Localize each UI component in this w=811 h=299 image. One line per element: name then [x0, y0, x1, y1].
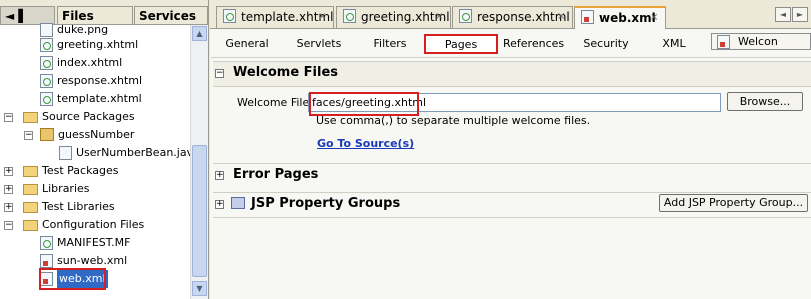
- close-icon[interactable]: ×: [435, 12, 445, 22]
- editor-tabs: template.xhtml × greeting.xhtml × respon…: [210, 0, 811, 29]
- collapse-guessnumber-icon[interactable]: −: [24, 131, 33, 140]
- error-pages-header[interactable]: + Error Pages: [213, 163, 811, 188]
- close-icon[interactable]: ×: [650, 13, 660, 23]
- go-to-source-link[interactable]: Go To Source(s): [317, 137, 414, 150]
- tab-servlets[interactable]: Servlets: [291, 34, 347, 54]
- add-jsp-property-group-button[interactable]: Add JSP Property Group...: [659, 194, 808, 212]
- tree-item-index-xhtml[interactable]: index.xhtml: [40, 54, 122, 72]
- section-title: Welcome Files: [233, 65, 339, 80]
- tab-label: response.xhtml: [477, 10, 570, 24]
- tree-item-label: response.xhtml: [57, 74, 143, 87]
- tree-item-manifest-mf[interactable]: MANIFEST.MF: [40, 234, 130, 252]
- folder-icon: [23, 220, 38, 231]
- welcome-value-highlight: [309, 92, 419, 116]
- tab-filters[interactable]: Filters: [367, 34, 413, 54]
- xhtml-file-icon: [40, 74, 53, 88]
- tree-item-label: Source Packages: [42, 110, 135, 123]
- scroll-down-icon[interactable]: ▼: [192, 281, 207, 296]
- tree-item-label: Configuration Files: [42, 218, 145, 231]
- scroll-tabs-left-icon[interactable]: ◄: [775, 7, 791, 22]
- xml-file-icon: [717, 35, 730, 49]
- tree-item-label: Test Packages: [42, 164, 119, 177]
- browse-button[interactable]: Browse...: [727, 92, 803, 111]
- xml-file-icon: [40, 254, 53, 268]
- tree-item-label: template.xhtml: [57, 92, 142, 105]
- tab-template-xhtml[interactable]: template.xhtml ×: [216, 6, 334, 28]
- projects-tab-glyph: ◄ ▌: [5, 9, 28, 23]
- tree-item-label: Libraries: [42, 182, 90, 195]
- tab-greeting-xhtml[interactable]: greeting.xhtml ×: [336, 6, 451, 28]
- xml-file-icon: [581, 10, 594, 24]
- image-file-icon: [40, 23, 53, 37]
- tree-item-usernumberbean-java[interactable]: UserNumberBean.java: [59, 144, 200, 162]
- welcome-toolbar-button[interactable]: Welcon: [711, 33, 811, 50]
- folder-icon: [23, 112, 38, 123]
- close-icon[interactable]: ×: [318, 12, 328, 22]
- tree-item-label: UserNumberBean.java: [76, 146, 200, 159]
- tab-pages[interactable]: Pages: [424, 34, 498, 54]
- xhtml-file-icon: [40, 56, 53, 70]
- tree-item-greeting-xhtml[interactable]: greeting.xhtml: [40, 36, 138, 54]
- tree-item-label: MANIFEST.MF: [57, 236, 131, 249]
- tree-item-configuration-files[interactable]: Configuration Files: [23, 216, 144, 234]
- tree-item-libraries[interactable]: Libraries: [23, 180, 90, 198]
- tab-xml[interactable]: XML: [657, 34, 691, 54]
- xhtml-file-icon: [40, 92, 53, 106]
- manifest-file-icon: [40, 236, 53, 250]
- collapse-icon[interactable]: −: [215, 69, 224, 78]
- close-icon[interactable]: ×: [557, 12, 567, 22]
- xhtml-file-icon: [343, 9, 356, 23]
- welcome-files-header[interactable]: − Welcome Files: [213, 61, 811, 87]
- tab-label: web.xml: [599, 11, 656, 25]
- tab-response-xhtml[interactable]: response.xhtml ×: [452, 6, 573, 28]
- tab-references[interactable]: References: [503, 34, 564, 54]
- expand-test-libraries-icon[interactable]: +: [4, 203, 13, 212]
- tree-item-response-xhtml[interactable]: response.xhtml: [40, 72, 142, 90]
- welcome-files-label: Welcome Files:: [237, 96, 319, 109]
- tree-item-test-packages[interactable]: Test Packages: [23, 162, 118, 180]
- expand-icon[interactable]: +: [215, 200, 224, 209]
- tree-item-label: guessNumber: [58, 128, 135, 141]
- scrollbar-thumb[interactable]: [192, 145, 207, 277]
- property-group-icon: [231, 197, 245, 209]
- expand-test-packages-icon[interactable]: +: [4, 167, 13, 176]
- services-tab[interactable]: Services: [134, 6, 208, 24]
- tree-item-test-libraries[interactable]: Test Libraries: [23, 198, 115, 216]
- scroll-tabs-right-icon[interactable]: ►: [792, 7, 808, 22]
- tree-item-label: greeting.xhtml: [57, 38, 139, 51]
- tab-navigation: ◄ ►: [775, 7, 809, 23]
- tab-security[interactable]: Security: [581, 34, 631, 54]
- java-file-icon: [59, 146, 72, 160]
- collapse-configuration-files-icon[interactable]: −: [4, 221, 13, 230]
- tree-item-template-xhtml[interactable]: template.xhtml: [40, 90, 142, 108]
- welcome-files-hint: Use comma(,) to separate multiple welcom…: [316, 114, 591, 127]
- tree-item-source-packages[interactable]: Source Packages: [23, 108, 135, 126]
- xhtml-file-icon: [40, 38, 53, 52]
- expand-icon[interactable]: +: [215, 171, 224, 180]
- collapse-source-packages-icon[interactable]: −: [4, 113, 13, 122]
- folder-icon: [23, 202, 38, 213]
- tab-general[interactable]: General: [221, 34, 273, 54]
- xhtml-file-icon: [459, 9, 472, 23]
- tree-item-label: index.xhtml: [57, 56, 123, 69]
- tree-item-label: Test Libraries: [42, 200, 115, 213]
- section-title: Error Pages: [233, 167, 319, 182]
- folder-icon: [23, 166, 38, 177]
- package-icon: [40, 128, 54, 141]
- scroll-up-icon[interactable]: ▲: [192, 26, 207, 41]
- tab-web-xml[interactable]: web.xml ×: [574, 6, 666, 29]
- xhtml-file-icon: [223, 9, 236, 23]
- expand-libraries-icon[interactable]: +: [4, 185, 13, 194]
- folder-icon: [23, 184, 38, 195]
- section-title: JSP Property Groups: [251, 196, 401, 211]
- welcome-button-label: Welcon: [738, 35, 778, 48]
- tree-item-guessnumber[interactable]: guessNumber: [40, 126, 134, 144]
- tree-scrollbar[interactable]: ▲ ▼: [190, 25, 208, 299]
- web-xml-highlight: [39, 268, 106, 290]
- services-tab-label: Services: [139, 9, 197, 23]
